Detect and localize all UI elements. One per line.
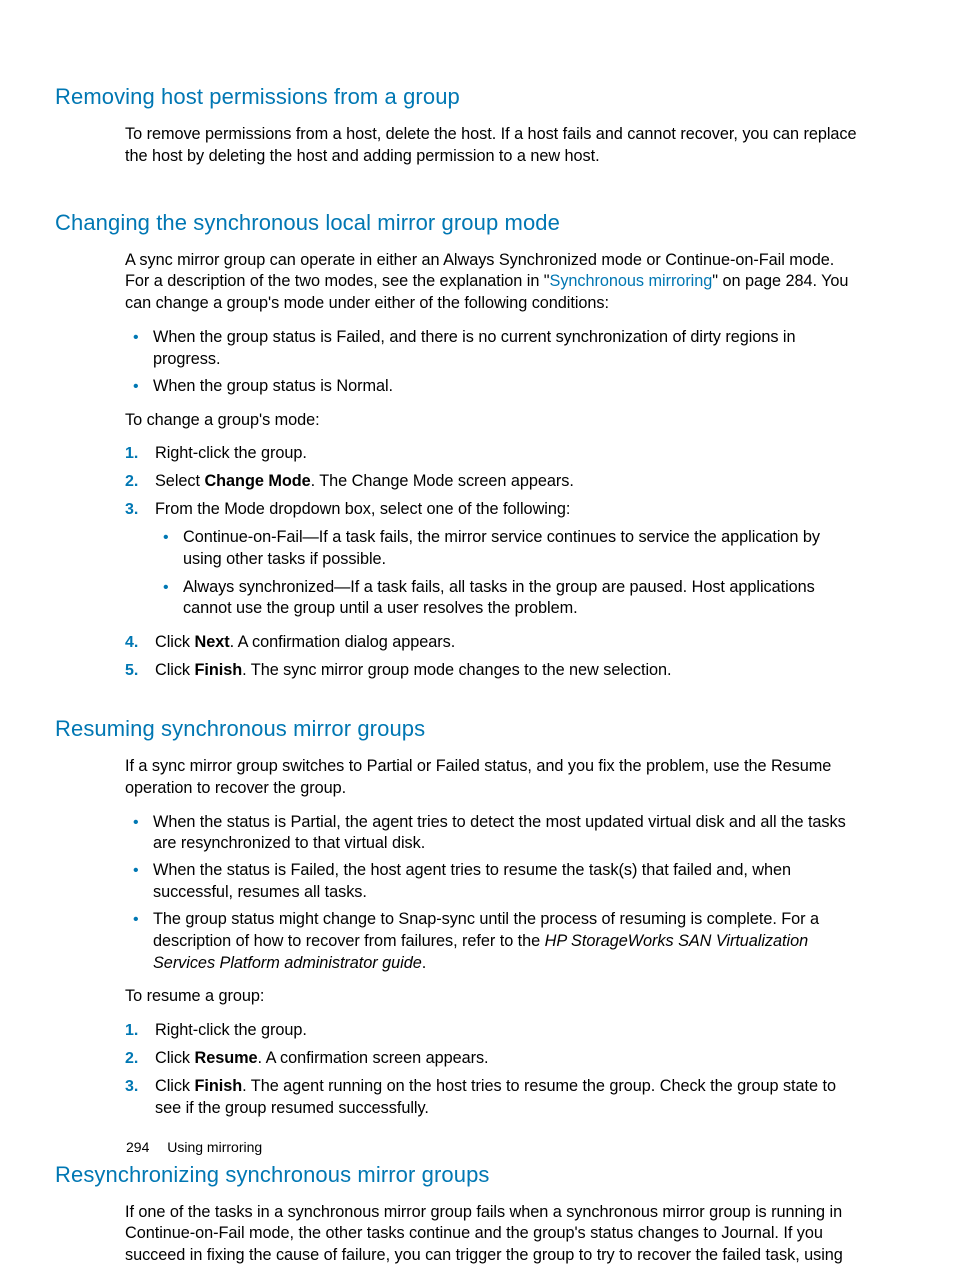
steps-change-mode: Right-click the group. Select Change Mod… <box>125 443 859 681</box>
list-item: Always synchronized—If a task fails, all… <box>155 577 859 621</box>
bold-text: Next <box>195 633 230 651</box>
text: From the Mode dropdown box, select one o… <box>155 500 570 518</box>
text: Click <box>155 1077 195 1095</box>
list-item: The group status might change to Snap-sy… <box>125 909 859 974</box>
list-item: When the group status is Normal. <box>125 376 859 398</box>
steps-resume: Right-click the group. Click Resume. A c… <box>125 1020 859 1119</box>
bold-text: Resume <box>195 1049 258 1067</box>
list-item: When the status is Failed, the host agen… <box>125 860 859 904</box>
heading-resynchronizing: Resynchronizing synchronous mirror group… <box>55 1162 859 1188</box>
step-item: Right-click the group. <box>125 1020 859 1042</box>
body-changing-sync: A sync mirror group can operate in eithe… <box>125 250 859 682</box>
body-removing-host: To remove permissions from a host, delet… <box>125 124 859 168</box>
para-resume-lead: To resume a group: <box>125 986 859 1008</box>
page-number: 294 <box>126 1139 149 1155</box>
list-conditions: When the group status is Failed, and the… <box>125 327 859 397</box>
bold-text: Finish <box>195 661 243 679</box>
step-item: From the Mode dropdown box, select one o… <box>125 499 859 620</box>
heading-removing-host-permissions: Removing host permissions from a group <box>55 84 859 110</box>
step-item: Click Next. A confirmation dialog appear… <box>125 632 859 654</box>
list-resuming-info: When the status is Partial, the agent tr… <box>125 812 859 975</box>
step-item: Click Resume. A confirmation screen appe… <box>125 1048 859 1070</box>
link-synchronous-mirroring[interactable]: Synchronous mirroring <box>550 272 713 290</box>
page-footer: 294 Using mirroring <box>126 1139 262 1155</box>
text: . The agent running on the host tries to… <box>155 1077 836 1117</box>
step-item: Click Finish. The agent running on the h… <box>125 1076 859 1120</box>
bold-text: Finish <box>195 1077 243 1095</box>
document-page: Removing host permissions from a group T… <box>0 0 954 1235</box>
footer-title: Using mirroring <box>167 1139 262 1155</box>
text: . A confirmation dialog appears. <box>230 633 456 651</box>
text: Click <box>155 661 195 679</box>
step-item: Click Finish. The sync mirror group mode… <box>125 660 859 682</box>
body-resync: If one of the tasks in a synchronous mir… <box>125 1202 859 1267</box>
heading-resuming-sync-groups: Resuming synchronous mirror groups <box>55 716 859 742</box>
text: . <box>422 954 426 972</box>
list-item: Continue-on-Fail—If a task fails, the mi… <box>155 527 859 571</box>
list-mode-options: Continue-on-Fail—If a task fails, the mi… <box>155 527 859 620</box>
para-change-lead: To change a group's mode: <box>125 410 859 432</box>
step-item: Select Change Mode. The Change Mode scre… <box>125 471 859 493</box>
list-item: When the group status is Failed, and the… <box>125 327 859 371</box>
text: . The sync mirror group mode changes to … <box>242 661 671 679</box>
text: Click <box>155 633 195 651</box>
para-sync-intro: A sync mirror group can operate in eithe… <box>125 250 859 315</box>
list-item: When the status is Partial, the agent tr… <box>125 812 859 856</box>
text: . The Change Mode screen appears. <box>311 472 574 490</box>
text: . A confirmation screen appears. <box>258 1049 489 1067</box>
text: Click <box>155 1049 195 1067</box>
body-resuming: If a sync mirror group switches to Parti… <box>125 756 859 1120</box>
para-resuming-intro: If a sync mirror group switches to Parti… <box>125 756 859 800</box>
para-removing-host: To remove permissions from a host, delet… <box>125 124 859 168</box>
bold-text: Change Mode <box>204 472 310 490</box>
heading-changing-sync-mode: Changing the synchronous local mirror gr… <box>55 210 859 236</box>
para-resync: If one of the tasks in a synchronous mir… <box>125 1202 859 1267</box>
text: Select <box>155 472 204 490</box>
step-item: Right-click the group. <box>125 443 859 465</box>
